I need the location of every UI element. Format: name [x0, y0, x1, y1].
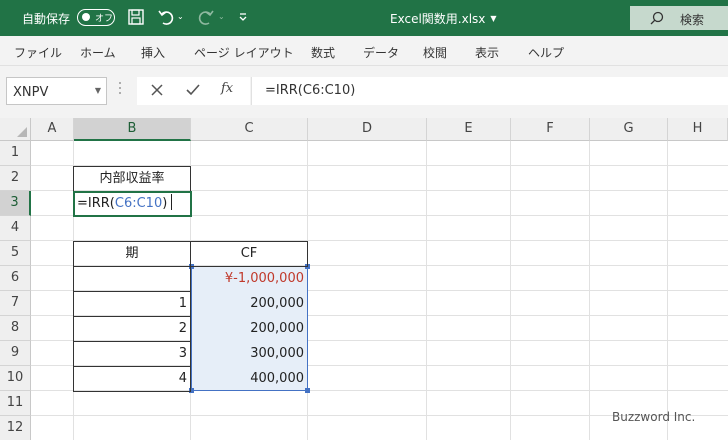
cell-c10[interactable]: 400,000	[191, 367, 307, 391]
redo-dropdown-icon[interactable]: ⌄	[218, 12, 225, 21]
formula-bar: XNPV ▼ fx =IRR(C6:C10)	[0, 66, 728, 118]
redo-icon[interactable]	[197, 8, 215, 30]
cell-b2[interactable]: 内部収益率	[73, 166, 191, 192]
document-title[interactable]: Excel関数用.xlsx ▼	[390, 10, 497, 27]
cell-c8[interactable]: 200,000	[191, 317, 307, 341]
cell-b7[interactable]: 1	[73, 291, 191, 317]
column-header-f[interactable]: F	[511, 118, 590, 141]
cell-c5[interactable]: CF	[190, 241, 308, 267]
name-box-value: XNPV	[13, 85, 49, 100]
active-cell-b3[interactable]: =IRR(C6:C10)	[73, 191, 192, 217]
column-header-a[interactable]: A	[31, 118, 74, 141]
watermark: Buzzword Inc.	[612, 410, 696, 424]
row-header-11[interactable]: 11	[0, 391, 31, 416]
resize-handle[interactable]	[119, 82, 122, 98]
row-header-3[interactable]: 3	[0, 191, 31, 216]
cancel-icon[interactable]	[149, 82, 165, 102]
column-header-c[interactable]: C	[191, 118, 308, 141]
row-header-9[interactable]: 9	[0, 341, 31, 366]
cell-b6[interactable]	[73, 266, 191, 292]
tab-formulas[interactable]: 数式	[311, 44, 335, 61]
column-header-g[interactable]: G	[590, 118, 668, 141]
column-header-d[interactable]: D	[308, 118, 427, 141]
formula-input[interactable]: =IRR(C6:C10)	[251, 77, 728, 105]
search-box[interactable]: 検索	[630, 6, 728, 30]
title-bar: 自動保存 オフ ⌄ ⌄ Excel関数用.xlsx ▼ 検索	[0, 0, 728, 36]
title-dropdown-icon: ▼	[490, 14, 497, 23]
save-icon[interactable]	[127, 8, 145, 30]
row-header-12[interactable]: 12	[0, 416, 31, 440]
customize-qat-icon[interactable]	[238, 8, 248, 30]
autosave-toggle[interactable]: オフ	[77, 9, 115, 26]
spreadsheet-grid[interactable]: A B C D E F G H 1 2 3 4 5 6 7 8 9 10 11 …	[0, 118, 728, 440]
ribbon-tabs: ファイル ホーム 挿入 ページ レイアウト 数式 データ 校閲 表示 ヘルプ	[0, 36, 728, 66]
row-header-7[interactable]: 7	[0, 291, 31, 316]
autosave-label: 自動保存	[22, 12, 71, 26]
formula-text: =IRR(C6:C10)	[265, 83, 356, 98]
name-box-dropdown-icon[interactable]: ▼	[95, 86, 101, 95]
cell-b10[interactable]: 4	[73, 366, 191, 392]
row-header-4[interactable]: 4	[0, 216, 31, 241]
row-header-5[interactable]: 5	[0, 241, 31, 266]
cell-b3-editor[interactable]: =IRR(C6:C10)	[77, 193, 173, 215]
insert-function-icon[interactable]: fx	[221, 81, 233, 96]
column-header-e[interactable]: E	[427, 118, 511, 141]
column-header-b[interactable]: B	[74, 118, 191, 141]
cell-b8[interactable]: 2	[73, 316, 191, 342]
cell-c6[interactable]: ¥-1,000,000	[191, 267, 307, 291]
text-cursor	[171, 194, 173, 210]
tab-page-layout[interactable]: ページ レイアウト	[194, 44, 294, 61]
tab-view[interactable]: 表示	[475, 44, 499, 61]
row-header-6[interactable]: 6	[0, 266, 31, 291]
search-icon	[650, 11, 664, 25]
column-header-h[interactable]: H	[668, 118, 728, 141]
row-header-8[interactable]: 8	[0, 316, 31, 341]
tab-help[interactable]: ヘルプ	[528, 44, 564, 61]
cell-c7[interactable]: 200,000	[191, 292, 307, 316]
row-header-10[interactable]: 10	[0, 366, 31, 391]
tab-home[interactable]: ホーム	[80, 44, 116, 61]
autosave-state: オフ	[95, 14, 114, 24]
row-header-1[interactable]: 1	[0, 141, 31, 166]
tab-insert[interactable]: 挿入	[141, 44, 165, 61]
toggle-knob	[82, 13, 90, 21]
tab-review[interactable]: 校閲	[423, 44, 447, 61]
search-label: 検索	[680, 13, 705, 27]
undo-dropdown-icon[interactable]: ⌄	[177, 12, 184, 21]
cell-c9[interactable]: 300,000	[191, 342, 307, 366]
name-box[interactable]: XNPV ▼	[6, 77, 107, 105]
tab-data[interactable]: データ	[363, 44, 399, 61]
tab-file[interactable]: ファイル	[14, 44, 62, 61]
formula-buttons: fx	[137, 77, 250, 105]
row-header-2[interactable]: 2	[0, 166, 31, 191]
cell-b9[interactable]: 3	[73, 341, 191, 367]
enter-check-icon[interactable]	[185, 82, 201, 102]
select-all-button[interactable]	[0, 118, 31, 141]
undo-icon[interactable]	[157, 8, 175, 30]
cell-b5[interactable]: 期	[73, 241, 191, 267]
